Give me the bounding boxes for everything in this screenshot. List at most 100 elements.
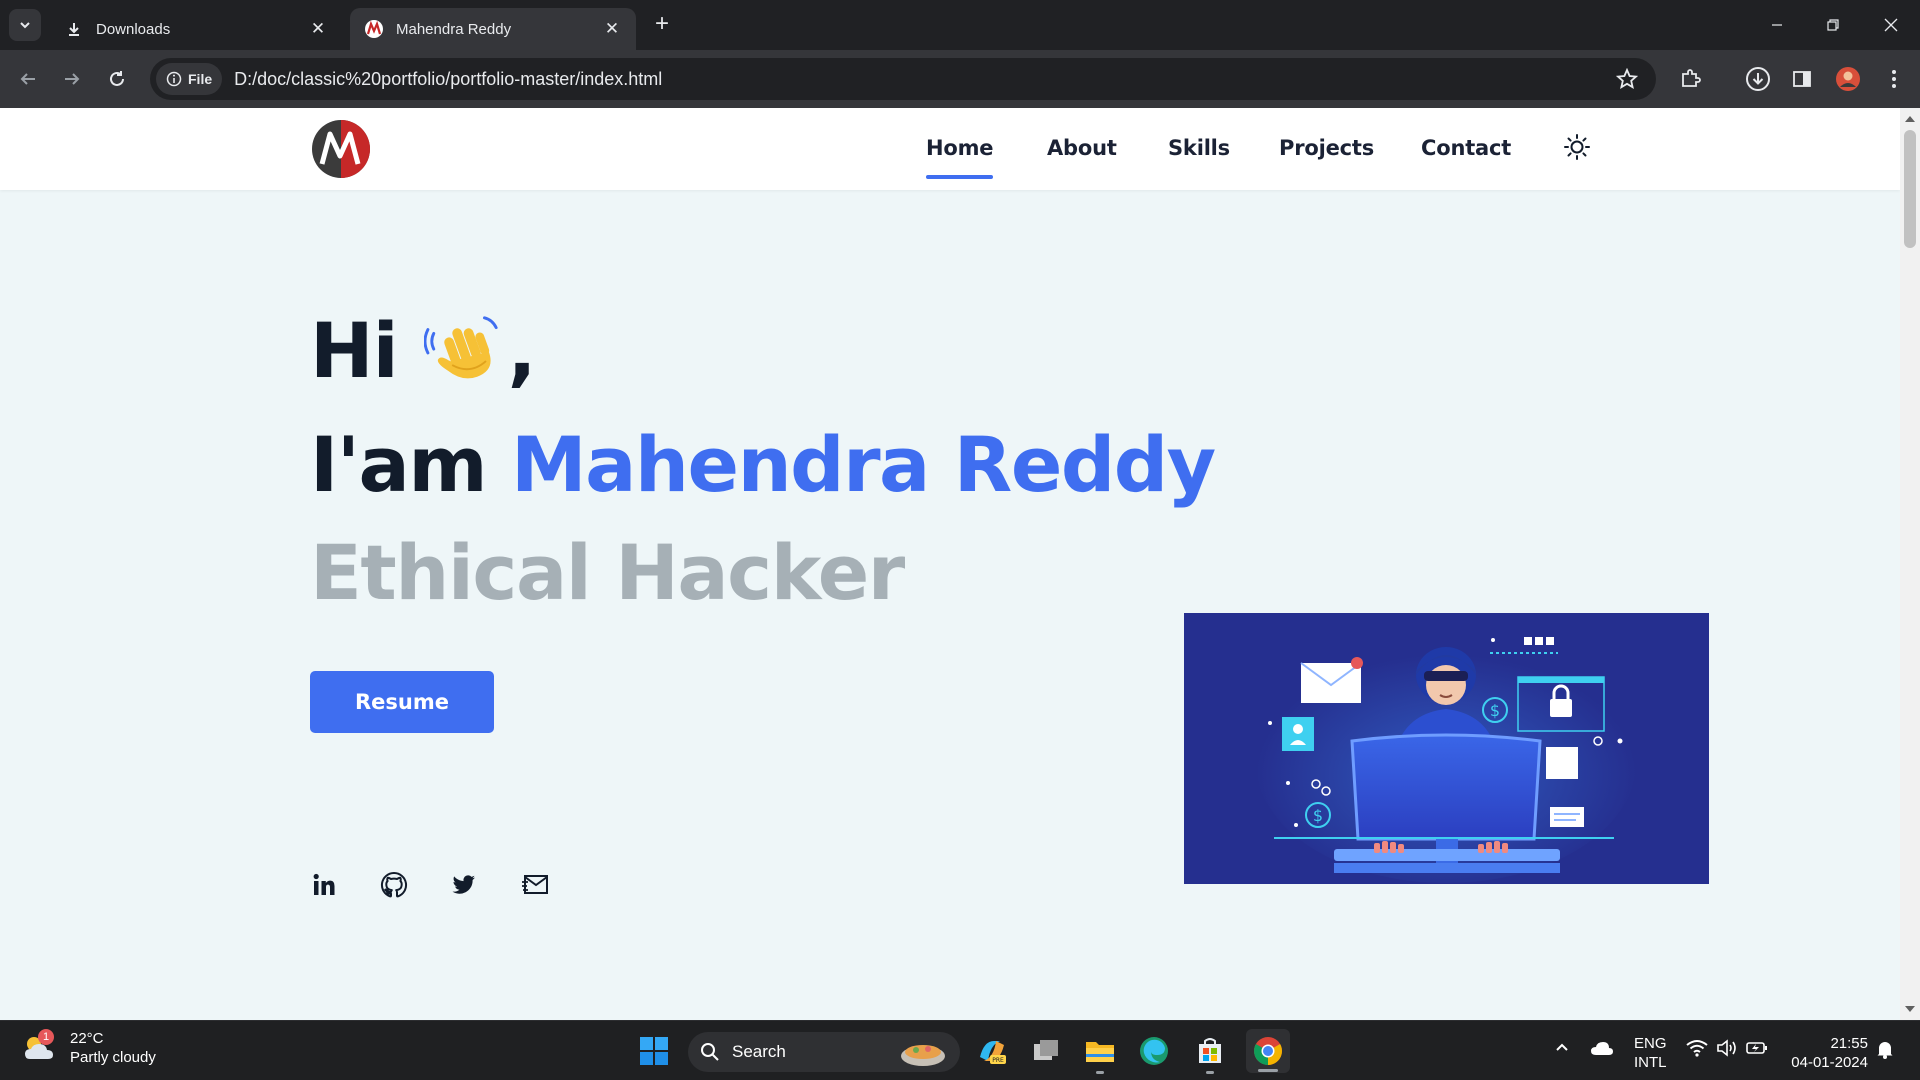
chevron-down-icon [20, 22, 30, 29]
info-icon [166, 71, 182, 87]
minimize-icon [1772, 24, 1782, 26]
greeting-line: Hi , [310, 306, 537, 395]
weather-widget[interactable]: 1 22°C Partly cloudy [22, 1029, 156, 1067]
site-info-chip[interactable]: File [156, 63, 223, 95]
wifi-icon [1686, 1040, 1708, 1057]
chrome-icon [1254, 1037, 1282, 1065]
role-text: Ethical Hacker [310, 528, 905, 617]
notifications-button[interactable] [1876, 1039, 1894, 1063]
tab-mahendra-reddy[interactable]: Mahendra Reddy ✕ [350, 8, 636, 50]
hacker-at-computer-icon: $ $ [1184, 613, 1709, 884]
scroll-down-arrow[interactable] [1905, 1006, 1915, 1012]
twitter-link[interactable] [449, 870, 479, 900]
portfolio-page: Home About Skills Projects Contact Hi , … [0, 108, 1900, 1020]
svg-text:PRE: PRE [992, 1057, 1004, 1064]
intro-text: I'am [310, 420, 488, 509]
close-icon[interactable]: ✕ [602, 19, 622, 39]
scroll-up-arrow[interactable] [1905, 116, 1915, 122]
email-link[interactable] [520, 870, 550, 900]
twitter-icon [452, 875, 475, 894]
store-app[interactable] [1192, 1033, 1228, 1074]
copilot-app[interactable]: PRE [974, 1033, 1010, 1069]
system-clock[interactable]: 21:55 04-01-2024 [1786, 1034, 1868, 1072]
menu-button[interactable] [1878, 63, 1910, 95]
nav-skills[interactable]: Skills [1168, 136, 1230, 160]
arrow-right-icon [65, 73, 80, 85]
file-explorer-app[interactable] [1082, 1033, 1118, 1074]
close-icon [1884, 18, 1898, 32]
language-code: ENG [1634, 1035, 1667, 1052]
github-link[interactable] [379, 870, 409, 900]
chrome-app[interactable] [1246, 1029, 1290, 1073]
search-label: Search [732, 1042, 786, 1061]
avatar-icon [1836, 67, 1860, 91]
nav-home[interactable]: Home [926, 136, 994, 179]
nav-contact[interactable]: Contact [1421, 136, 1511, 160]
close-icon[interactable]: ✕ [308, 19, 328, 39]
input-language[interactable]: ENG INTL [1634, 1034, 1667, 1072]
search-icon [701, 1043, 719, 1061]
nav-about[interactable]: About [1047, 136, 1117, 160]
bell-icon [1877, 1042, 1893, 1059]
restore-button[interactable] [1818, 10, 1848, 40]
show-hidden-icons-button[interactable] [1554, 1039, 1570, 1059]
theme-toggle-button[interactable] [1562, 132, 1592, 162]
taskbar-search[interactable]: Search [688, 1032, 960, 1072]
clock-time: 21:55 [1830, 1035, 1868, 1052]
edge-icon [1140, 1037, 1168, 1065]
site-logo-icon [364, 19, 384, 39]
bookmark-star-icon[interactable] [1615, 67, 1639, 95]
tab-strip: Downloads ✕ Mahendra Reddy ✕ + [0, 0, 1920, 50]
search-highlight-icon [901, 1045, 945, 1066]
greeting-text: Hi [310, 306, 399, 395]
site-chip-label: File [188, 71, 213, 87]
reload-button[interactable] [101, 63, 133, 95]
site-navbar: Home About Skills Projects Contact [0, 108, 1900, 190]
extensions-button[interactable] [1674, 63, 1706, 95]
svg-text:$: $ [1313, 806, 1323, 825]
clock-date: 04-01-2024 [1791, 1054, 1868, 1071]
download-circle-icon [1746, 67, 1770, 91]
scrollbar-thumb[interactable] [1904, 130, 1916, 248]
store-icon [1199, 1038, 1221, 1063]
page-scrollbar[interactable] [1900, 108, 1920, 1020]
weather-badge: 1 [38, 1029, 54, 1045]
speaker-icon [1717, 1039, 1736, 1057]
hacker-illustration: $ $ [1184, 613, 1709, 884]
edge-app[interactable] [1136, 1033, 1172, 1069]
windows-taskbar: 1 22°C Partly cloudy Search PRE ENG INTL… [0, 1020, 1920, 1080]
back-button[interactable] [12, 63, 44, 95]
linkedin-link[interactable] [309, 870, 339, 900]
new-tab-button[interactable]: + [650, 12, 674, 37]
linkedin-icon [313, 873, 335, 895]
arrow-left-icon [20, 73, 35, 85]
address-bar[interactable]: File D:/doc/classic%20portfolio/portfoli… [150, 58, 1656, 100]
github-icon [380, 871, 408, 898]
side-panel-button[interactable] [1786, 63, 1818, 95]
task-view-app[interactable] [1028, 1033, 1064, 1069]
mail-icon [522, 875, 548, 894]
downloads-button[interactable] [1742, 63, 1774, 95]
onedrive-tray[interactable] [1590, 1039, 1614, 1061]
waving-hand-icon [423, 315, 498, 378]
greeting-comma: , [507, 306, 537, 395]
battery-tray[interactable] [1746, 1039, 1768, 1061]
close-window-button[interactable] [1876, 10, 1906, 40]
windows-logo-icon [640, 1037, 668, 1065]
site-logo[interactable] [310, 118, 372, 180]
browser-toolbar: File D:/doc/classic%20portfolio/portfoli… [0, 50, 1920, 108]
wifi-tray[interactable] [1686, 1039, 1708, 1061]
tab-title: Mahendra Reddy [396, 20, 512, 38]
nav-projects[interactable]: Projects [1279, 136, 1374, 160]
profile-avatar[interactable] [1832, 63, 1864, 95]
volume-tray[interactable] [1716, 1039, 1738, 1061]
keyboard-layout: INTL [1634, 1054, 1667, 1071]
tab-title: Downloads [96, 20, 171, 38]
start-button[interactable] [636, 1033, 672, 1069]
tab-downloads[interactable]: Downloads ✕ [50, 8, 342, 50]
minimize-button[interactable] [1762, 10, 1792, 40]
tab-search-button[interactable] [9, 9, 41, 41]
resume-button[interactable]: Resume [310, 671, 494, 733]
owner-name: Mahendra Reddy [511, 420, 1216, 509]
forward-button[interactable] [56, 63, 88, 95]
